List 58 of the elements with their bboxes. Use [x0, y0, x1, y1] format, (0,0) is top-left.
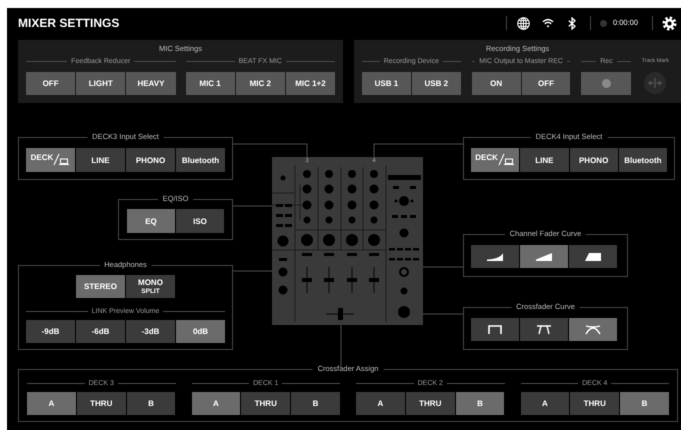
curve-icon [485, 323, 505, 336]
option-button[interactable] [471, 245, 519, 268]
option-button[interactable]: B [126, 392, 176, 415]
option-button[interactable]: OFF [26, 72, 76, 95]
option-button[interactable]: ISO [176, 209, 224, 233]
option-button[interactable]: A [356, 392, 405, 415]
wifi-icon[interactable] [542, 18, 554, 28]
option-button[interactable] [520, 318, 568, 341]
bluetooth-icon[interactable] [568, 16, 576, 30]
curve-icon [583, 323, 603, 336]
slash-laptop-icon [498, 153, 515, 166]
option-button[interactable]: MIC 1 [186, 72, 235, 95]
option-button[interactable]: Bluetooth [618, 148, 667, 172]
option-button[interactable]: LINE [520, 148, 568, 172]
option-button[interactable]: B [456, 392, 504, 415]
curve-icon [534, 323, 554, 336]
option-button[interactable]: B [620, 392, 669, 415]
option-button[interactable]: THRU [241, 392, 290, 415]
option-button[interactable]: THRU [76, 392, 126, 415]
option-button[interactable]: A [27, 392, 76, 415]
option-button[interactable]: DECK [26, 148, 75, 172]
record-indicator-icon [600, 20, 607, 26]
option-button[interactable]: OFF [522, 72, 570, 95]
option-button[interactable]: LINE [76, 148, 125, 172]
option-button[interactable]: MIC 2 [236, 72, 285, 95]
option-button[interactable] [569, 318, 617, 341]
option-button[interactable]: PHONO [570, 148, 618, 172]
option-button[interactable]: A [192, 392, 240, 415]
globe-icon[interactable] [516, 16, 530, 30]
option-button[interactable]: PHONO [126, 148, 175, 172]
option-button[interactable]: EQ [127, 209, 175, 233]
option-button[interactable]: LIGHT [76, 72, 126, 95]
ramp-icon [534, 250, 554, 263]
option-button[interactable]: THRU [570, 392, 620, 415]
option-button[interactable]: HEAVY [126, 72, 176, 95]
option-button[interactable]: Bluetooth [176, 148, 225, 172]
settings-icon[interactable] [662, 16, 677, 30]
leader-line [340, 324, 342, 370]
option-button[interactable]: -9dB [26, 320, 75, 343]
window-title: MIXER SETTINGS [18, 15, 120, 32]
option-button[interactable]: USB 1 [362, 72, 411, 95]
option-button[interactable]: MIC 1+2 [286, 72, 336, 95]
option-button[interactable]: ON [472, 72, 521, 95]
option-button[interactable]: THRU [406, 392, 455, 415]
option-button[interactable] [569, 245, 617, 268]
slash-laptop-icon [53, 153, 70, 166]
option-button[interactable]: -3dB [126, 320, 175, 343]
option-button[interactable]: DECK [471, 148, 520, 172]
option-button[interactable]: STEREO [76, 275, 125, 298]
split-arrows-icon [648, 78, 662, 88]
option-button[interactable]: 0dB [176, 320, 225, 343]
option-button[interactable] [520, 245, 568, 268]
option-button[interactable]: A [520, 392, 570, 415]
curve-icon [583, 250, 603, 263]
option-button[interactable]: -6dB [76, 320, 125, 343]
option-button[interactable] [471, 318, 519, 341]
option-button[interactable]: USB 2 [412, 72, 461, 95]
option-button[interactable]: B [291, 392, 340, 415]
